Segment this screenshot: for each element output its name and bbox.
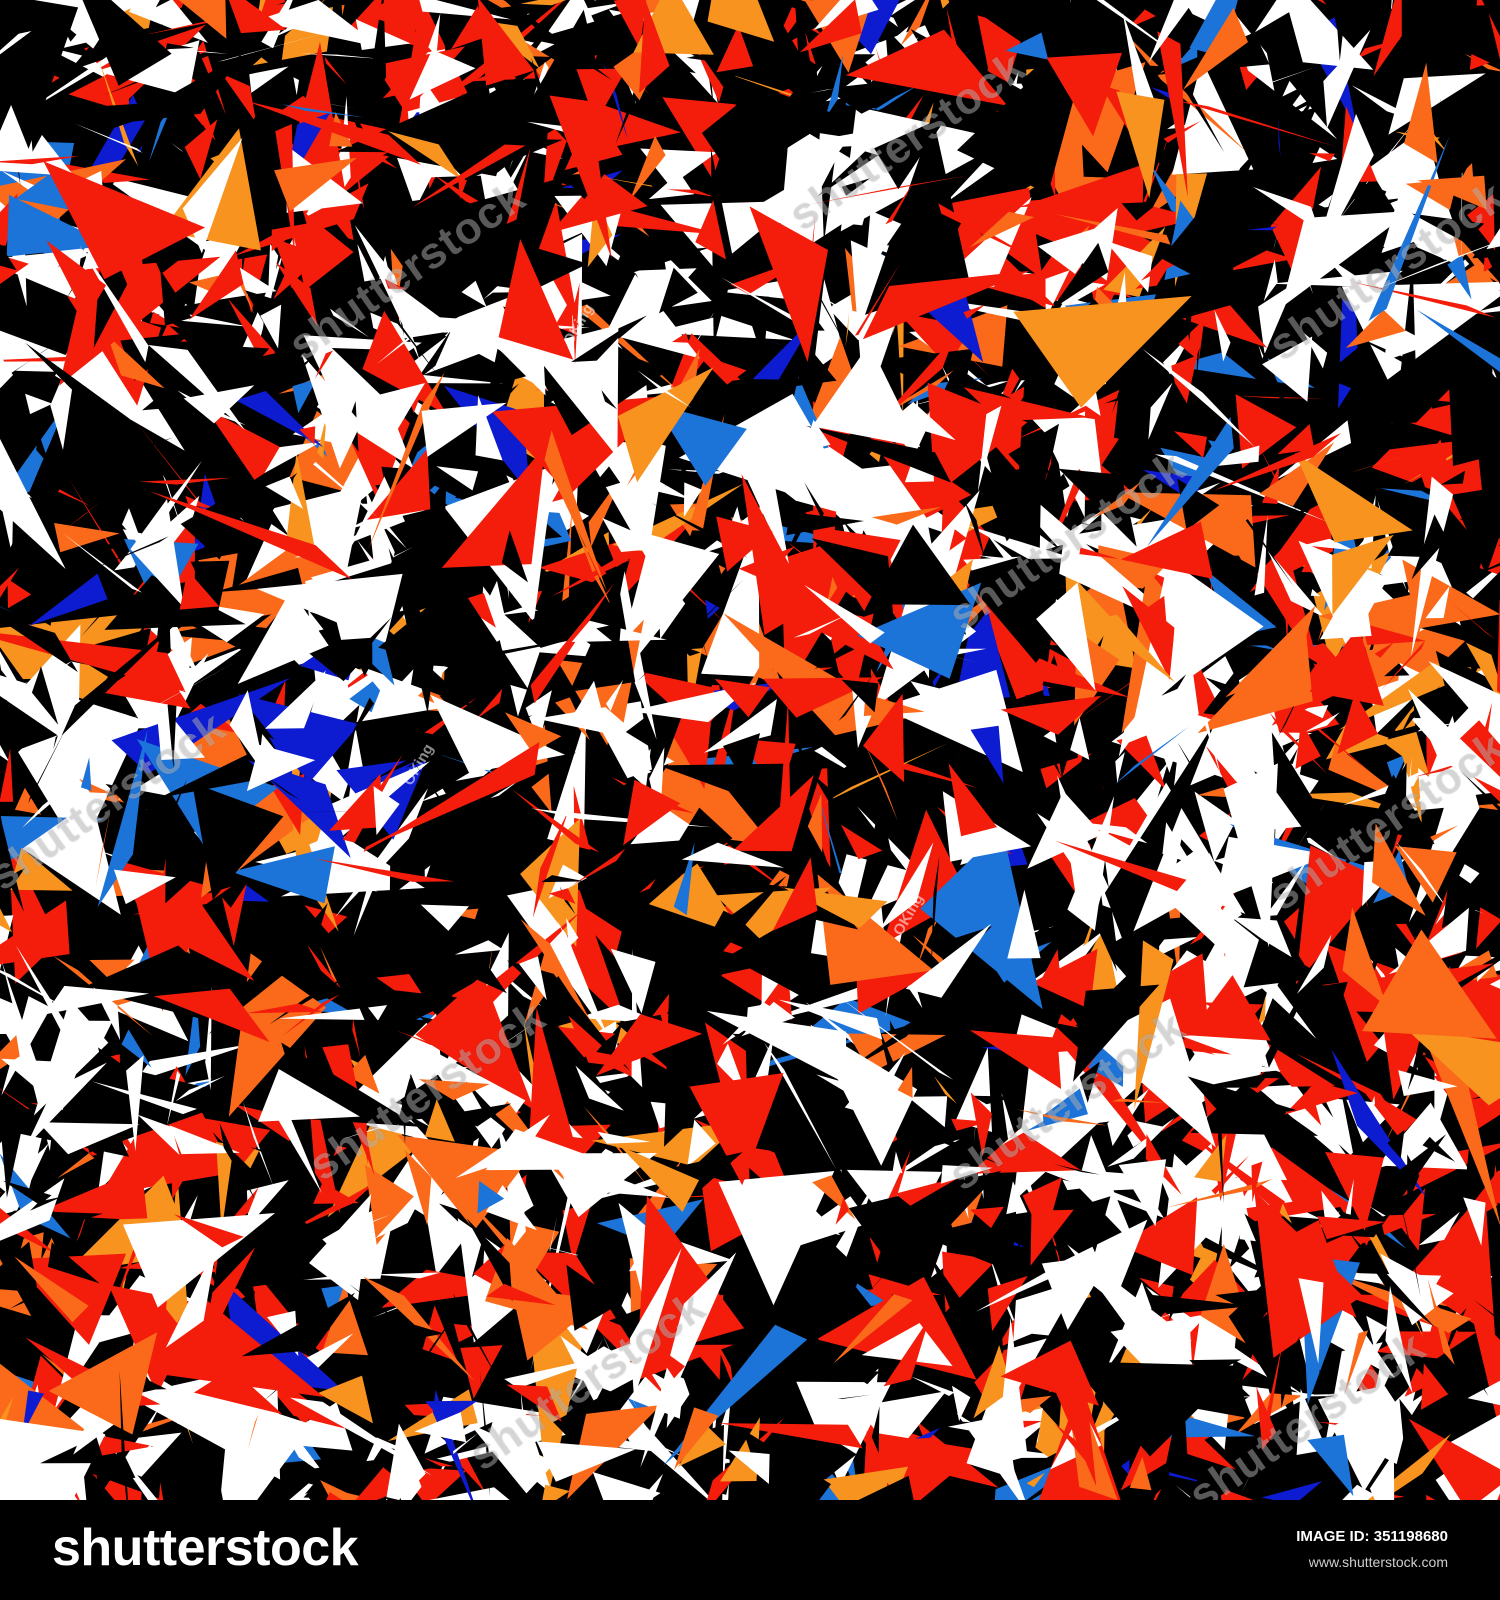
image-id-value: 351198680 — [1373, 1528, 1448, 1545]
image-id: IMAGE ID: 351198680 — [1296, 1528, 1448, 1545]
abstract-pattern-image: shutterstock shutterstock shutterstock s… — [0, 0, 1500, 1500]
triangle-shard-pattern — [0, 0, 1500, 1500]
image-id-label: IMAGE ID: — [1296, 1528, 1370, 1545]
footer-bar: shutterstock IMAGE ID: 351198680 www.shu… — [0, 1500, 1500, 1600]
site-url: www.shutterstock.com — [1308, 1554, 1448, 1570]
page: shutterstock shutterstock shutterstock s… — [0, 0, 1500, 1600]
brand-logo: shutterstock — [52, 1519, 359, 1577]
